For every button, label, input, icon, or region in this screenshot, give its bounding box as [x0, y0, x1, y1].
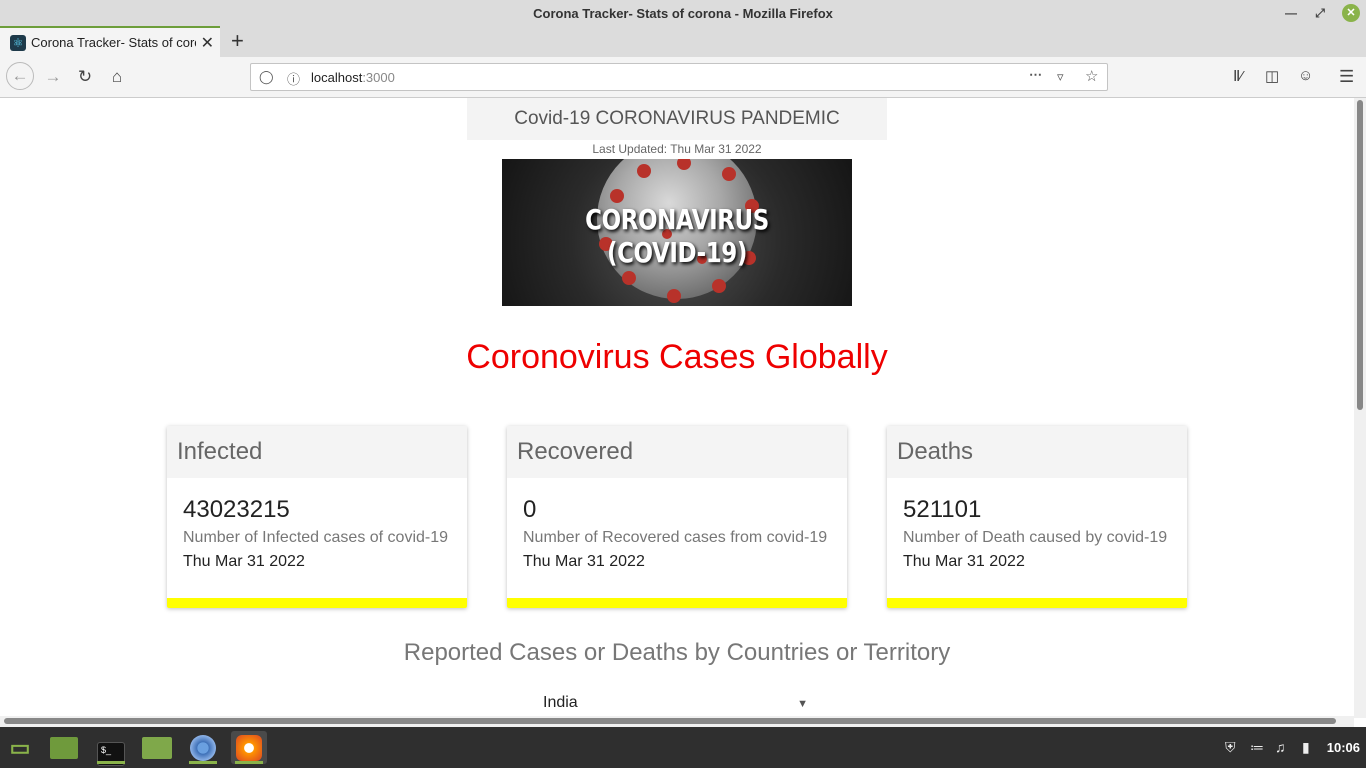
- show-desktop-icon[interactable]: [46, 731, 82, 764]
- sidebar-icon[interactable]: ◫: [1265, 67, 1279, 85]
- tab-corona-tracker[interactable]: ⚛ Corona Tracker- Stats of corona ✕: [0, 26, 220, 57]
- card-description: Number of Infected cases of covid-19: [183, 529, 449, 546]
- more-actions-icon[interactable]: ⋯: [1029, 67, 1042, 83]
- files-icon[interactable]: [139, 731, 175, 764]
- card-accent-bar: [167, 598, 467, 608]
- recovered-card: Recovered 0 Number of Recovered cases fr…: [507, 426, 847, 608]
- mint-menu-icon[interactable]: ▭: [2, 731, 38, 764]
- menu-icon[interactable]: ☰: [1339, 67, 1354, 87]
- chromium-icon[interactable]: [185, 731, 221, 764]
- home-button[interactable]: ⌂: [104, 64, 130, 90]
- horizontal-scrollbar[interactable]: [0, 716, 1354, 727]
- clock[interactable]: 10:06: [1327, 740, 1360, 755]
- reload-button[interactable]: ↻: [72, 64, 98, 90]
- tab-close-icon[interactable]: ✕: [201, 33, 214, 53]
- countries-section-title: Reported Cases or Deaths by Countries or…: [403, 639, 951, 666]
- tab-strip: ⚛ Corona Tracker- Stats of corona ✕ +: [0, 26, 1366, 57]
- url-text[interactable]: localhost:3000: [311, 70, 395, 85]
- vertical-scrollbar[interactable]: [1354, 98, 1366, 718]
- card-value: 0: [523, 496, 537, 523]
- forward-button[interactable]: →: [40, 64, 66, 90]
- global-cases-title: Coronovirus Cases Globally: [466, 338, 888, 376]
- deaths-card: Deaths 521101 Number of Death caused by …: [887, 426, 1187, 608]
- library-icon[interactable]: Ⅱ⁄: [1233, 67, 1243, 85]
- account-icon[interactable]: ☺: [1298, 67, 1313, 84]
- country-select-value: India: [543, 694, 578, 711]
- card-description: Number of Recovered cases from covid-19: [523, 529, 828, 546]
- battery-icon[interactable]: ▮: [1302, 739, 1310, 756]
- card-accent-bar: [887, 598, 1187, 608]
- card-date: Thu Mar 31 2022: [523, 553, 645, 570]
- bookmark-star-icon[interactable]: ☆: [1085, 67, 1098, 85]
- card-value: 43023215: [183, 496, 290, 523]
- card-accent-bar: [507, 598, 847, 608]
- back-button[interactable]: ←: [6, 62, 34, 90]
- navigation-bar: ← → ↻ ⌂ ◯ ⓘ localhost:3000 ⋯ ▿ ☆ Ⅱ⁄ ◫ ☺ …: [0, 57, 1366, 98]
- close-window-button[interactable]: ✕: [1342, 4, 1360, 22]
- card-description: Number of Death caused by covid-19: [903, 529, 1168, 546]
- card-date: Thu Mar 31 2022: [903, 553, 1025, 570]
- new-tab-button[interactable]: +: [231, 28, 244, 54]
- last-updated-text: Last Updated: Thu Mar 31 2022: [592, 142, 762, 156]
- volume-icon[interactable]: ♫: [1275, 739, 1286, 755]
- maximize-button[interactable]: ⤢: [1311, 4, 1329, 22]
- dropdown-arrow-icon[interactable]: ▼: [797, 698, 808, 710]
- minimize-button[interactable]: —: [1282, 4, 1300, 22]
- url-bar[interactable]: ◯ ⓘ localhost:3000 ⋯ ▿ ☆: [250, 63, 1108, 91]
- pocket-icon[interactable]: ▿: [1057, 69, 1064, 85]
- banner-text: CORONAVIRUS (COVID-19): [585, 203, 769, 269]
- taskbar: ▭ $_ ⛨ ≔ ♫ ▮ 10:06: [0, 727, 1366, 768]
- page-header: Covid-19 CORONAVIRUS PANDEMIC: [467, 98, 887, 140]
- card-title: Deaths: [887, 426, 1187, 478]
- coronavirus-banner-image: CORONAVIRUS (COVID-19): [502, 159, 852, 306]
- shield-icon[interactable]: ◯: [259, 69, 274, 85]
- card-date: Thu Mar 31 2022: [183, 553, 305, 570]
- react-favicon-icon: ⚛: [10, 35, 26, 51]
- card-title: Recovered: [507, 426, 847, 478]
- info-icon[interactable]: ⓘ: [287, 69, 300, 88]
- window-titlebar: Corona Tracker- Stats of corona - Mozill…: [0, 0, 1366, 26]
- window-title: Corona Tracker- Stats of corona - Mozill…: [533, 6, 833, 21]
- card-title: Infected: [167, 426, 467, 478]
- card-value: 521101: [903, 496, 982, 523]
- page-content: Covid-19 CORONAVIRUS PANDEMIC Last Updat…: [0, 98, 1354, 716]
- firefox-icon[interactable]: [231, 731, 267, 764]
- terminal-icon[interactable]: $_: [93, 731, 129, 766]
- security-shield-icon[interactable]: ⛨: [1225, 739, 1236, 756]
- infected-card: Infected 43023215 Number of Infected cas…: [167, 426, 467, 608]
- tab-title: Corona Tracker- Stats of corona: [31, 35, 196, 50]
- wifi-icon[interactable]: ≔: [1250, 739, 1264, 756]
- country-select[interactable]: India ▼: [543, 694, 813, 716]
